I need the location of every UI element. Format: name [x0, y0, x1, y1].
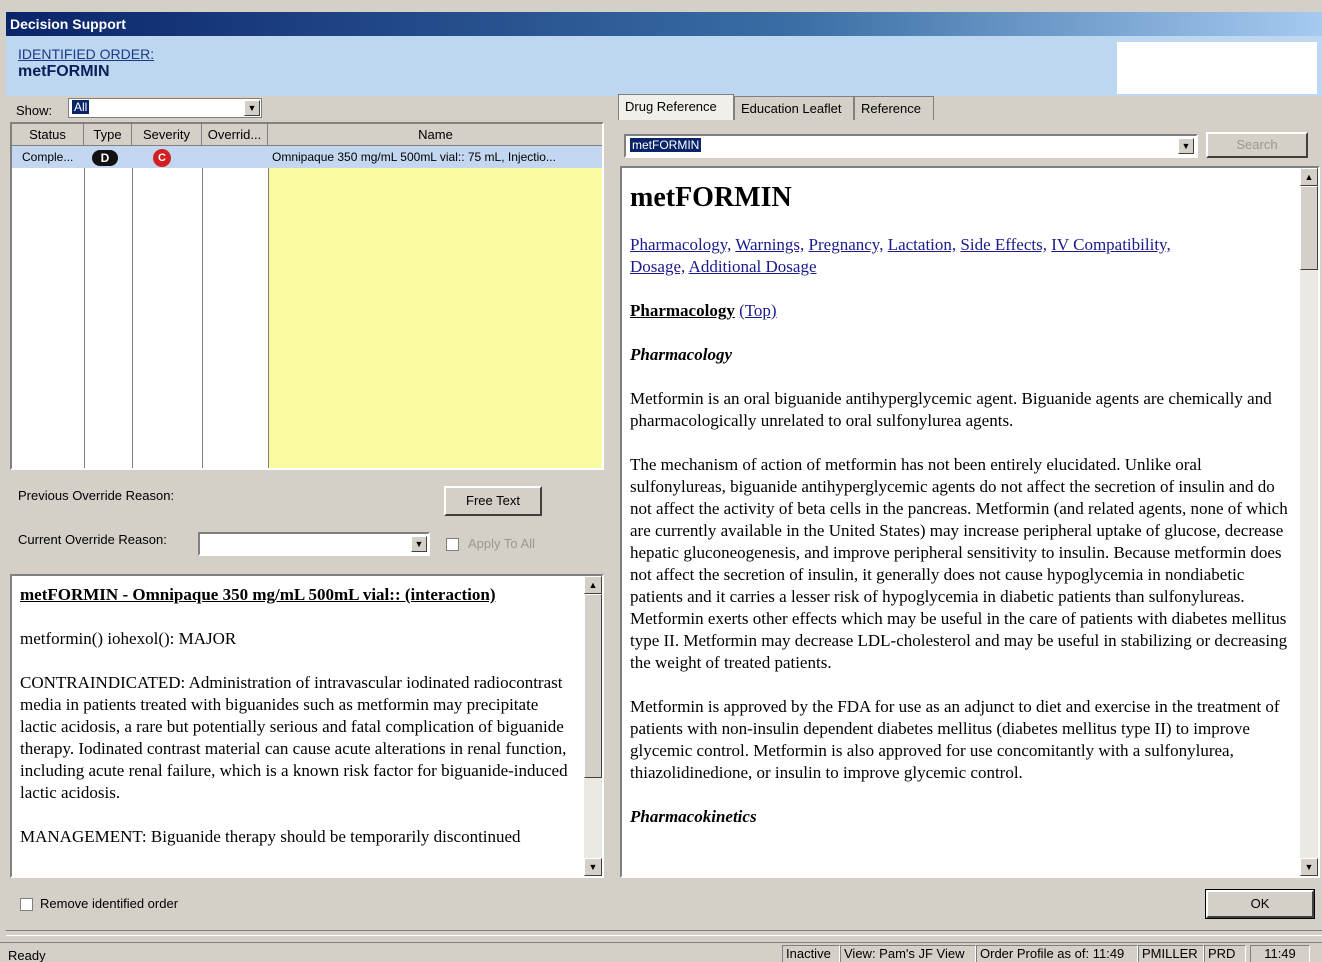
ok-button[interactable]: OK — [1205, 889, 1315, 919]
status-cell-user: PMILLER — [1138, 945, 1204, 962]
identified-order-name: metFORMIN — [18, 63, 110, 80]
drug-interaction-type-icon: D — [92, 150, 118, 166]
interaction-detail-pane: metFORMIN - Omnipaque 350 mg/mL 500mL vi… — [10, 574, 604, 878]
pharmacology-paragraph-3: Metformin is approved by the FDA for use… — [630, 697, 1280, 782]
subsection-title-2: Pharmacokinetics — [630, 807, 757, 826]
scroll-thumb[interactable] — [1300, 186, 1318, 270]
identified-order-header: IDENTIFIED ORDER: metFORMIN — [6, 36, 1322, 96]
alerts-grid: Status Type Severity Overrid... Name Com… — [10, 122, 604, 470]
tab-education-leaflet[interactable]: Education Leaflet — [734, 96, 854, 120]
window-title: Decision Support — [6, 12, 1322, 36]
section-title: Pharmacology — [630, 301, 735, 320]
show-filter-dropdown-icon[interactable]: ▼ — [244, 100, 260, 116]
column-divider — [132, 146, 133, 468]
tab-reference[interactable]: Reference — [854, 96, 934, 120]
divider — [6, 930, 1322, 936]
scroll-up-icon[interactable]: ▲ — [584, 576, 602, 594]
bottom-bar: Remove identified order OK — [6, 880, 1322, 930]
status-bar: Ready Inactive View: Pam's JF View Order… — [0, 942, 1322, 962]
interaction-description: CONTRAINDICATED: Administration of intra… — [20, 673, 568, 802]
column-header-severity[interactable]: Severity — [132, 124, 202, 146]
status-text: Ready — [8, 948, 46, 962]
section-links: Pharmacology, Warnings, Pregnancy, Lacta… — [630, 234, 1294, 278]
identified-order-label: IDENTIFIED ORDER: — [18, 46, 155, 62]
pharmacology-paragraph-2: The mechanism of action of metformin has… — [630, 455, 1288, 672]
scroll-up-icon[interactable]: ▲ — [1300, 168, 1318, 186]
status-cell-state: Inactive — [782, 945, 840, 962]
apply-to-all-label: Apply To All — [468, 536, 535, 551]
search-button[interactable]: Search — [1206, 132, 1308, 158]
name-column-highlight — [268, 168, 602, 468]
status-cell-profile: Order Profile as of: 11:49 — [976, 945, 1138, 962]
link-pregnancy[interactable]: Pregnancy, — [809, 235, 884, 254]
link-lactation[interactable]: Lactation, — [888, 235, 956, 254]
link-warnings[interactable]: Warnings, — [735, 235, 804, 254]
column-header-name[interactable]: Name — [268, 124, 602, 146]
interaction-severity-line: metformin() iohexol(): MAJOR — [20, 629, 237, 648]
drug-search-dropdown-icon[interactable]: ▼ — [1178, 138, 1194, 154]
header-blank-panel — [1117, 42, 1317, 94]
status-cell-time: 11:49 — [1250, 945, 1310, 962]
link-side-effects[interactable]: Side Effects, — [960, 235, 1047, 254]
column-divider — [84, 146, 85, 468]
show-label: Show: — [16, 103, 53, 118]
pharmacology-paragraph-1: Metformin is an oral biguanide antihyper… — [630, 389, 1272, 430]
reference-scrollbar[interactable]: ▲ ▼ — [1300, 168, 1318, 876]
free-text-button[interactable]: Free Text — [444, 486, 542, 516]
link-pharmacology[interactable]: Pharmacology, — [630, 235, 731, 254]
current-override-select[interactable]: ▼ — [198, 532, 430, 556]
scroll-down-icon[interactable]: ▼ — [584, 858, 602, 876]
override-dropdown-icon[interactable]: ▼ — [411, 536, 427, 552]
tab-drug-reference[interactable]: Drug Reference — [618, 94, 734, 120]
column-divider — [268, 146, 269, 468]
remove-order-label: Remove identified order — [40, 896, 179, 911]
previous-override-label: Previous Override Reason: — [18, 488, 175, 503]
current-override-label: Current Override Reason: — [18, 532, 167, 547]
scroll-down-icon[interactable]: ▼ — [1300, 858, 1318, 876]
link-iv-compatibility[interactable]: IV Compatibility, — [1051, 235, 1170, 254]
scroll-thumb[interactable] — [584, 594, 602, 778]
remove-order-checkbox[interactable] — [20, 898, 33, 911]
apply-to-all-checkbox[interactable] — [446, 538, 459, 551]
link-dosage[interactable]: Dosage, — [630, 257, 685, 276]
show-filter-select[interactable]: All ▼ — [68, 98, 262, 118]
subsection-title: Pharmacology — [630, 345, 732, 364]
drug-title: metFORMIN — [630, 182, 792, 213]
drug-reference-pane: metFORMIN Pharmacology, Warnings, Pregna… — [620, 166, 1320, 878]
column-header-type[interactable]: Type — [84, 124, 132, 146]
section-heading: Pharmacology (Top) — [630, 300, 1294, 322]
drug-search-select[interactable]: metFORMIN ▼ — [624, 134, 1198, 158]
decision-support-window: Decision Support IDENTIFIED ORDER: metFO… — [0, 0, 1322, 962]
alert-status: Comple... — [22, 150, 74, 164]
status-cell-env: PRD — [1204, 945, 1246, 962]
link-additional-dosage[interactable]: Additional Dosage — [689, 257, 817, 276]
status-cell-view: View: Pam's JF View — [840, 945, 976, 962]
contraindicated-severity-icon: C — [153, 149, 171, 167]
column-header-status[interactable]: Status — [12, 124, 84, 146]
interaction-management: MANAGEMENT: Biguanide therapy should be … — [20, 827, 521, 846]
show-filter-value: All — [72, 100, 90, 114]
column-divider — [202, 146, 203, 468]
interaction-title: metFORMIN - Omnipaque 350 mg/mL 500mL vi… — [20, 585, 496, 604]
link-top[interactable]: (Top) — [739, 301, 777, 320]
column-header-override[interactable]: Overrid... — [202, 124, 268, 146]
alert-name: Omnipaque 350 mg/mL 500mL vial:: 75 mL, … — [272, 150, 556, 164]
drug-search-value: metFORMIN — [630, 138, 702, 152]
interaction-scrollbar[interactable]: ▲ ▼ — [584, 576, 602, 876]
